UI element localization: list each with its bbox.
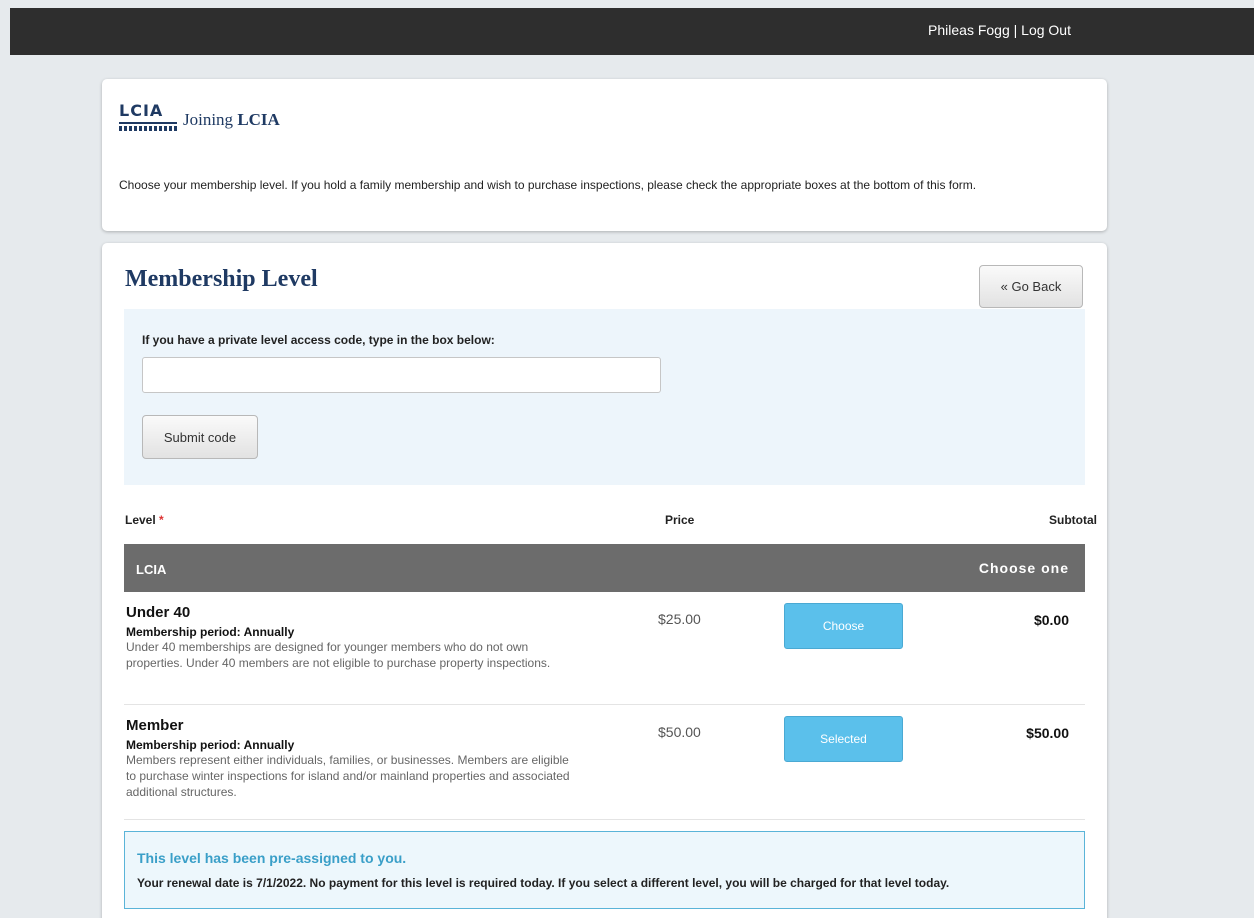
level-group-name: LCIA: [136, 562, 167, 577]
required-asterisk: *: [155, 513, 164, 527]
level-price: $50.00: [658, 724, 701, 740]
level-group-header: LCIA Choose one: [124, 544, 1085, 592]
price-column-header: Price: [665, 513, 695, 527]
membership-level-card: Membership Level « Go Back If you have a…: [102, 243, 1107, 918]
notice-body: Your renewal date is 7/1/2022. No paymen…: [137, 876, 950, 890]
level-period: Membership period: Annually: [126, 738, 295, 752]
level-description: Under 40 memberships are designed for yo…: [126, 640, 551, 670]
go-back-button[interactable]: « Go Back: [979, 265, 1083, 308]
pre-assigned-notice: This level has been pre-assigned to you.…: [124, 831, 1085, 909]
level-column-header: Level *: [125, 513, 164, 527]
level-row-member: Member Membership period: Annually Membe…: [124, 705, 1085, 820]
logout-link[interactable]: Log Out: [1021, 22, 1071, 38]
level-period: Membership period: Annually: [126, 625, 295, 639]
access-code-label: If you have a private level access code,…: [142, 333, 495, 347]
membership-level-title: Membership Level: [125, 266, 318, 292]
logo-letters: LCIA: [119, 101, 164, 120]
page-title-org: LCIA: [237, 110, 280, 129]
intro-instructions: Choose your membership level. If you hol…: [119, 178, 977, 192]
joining-intro-card: LCIA Joining LCIA Choose your membership…: [102, 79, 1107, 231]
page-title: Joining LCIA: [183, 110, 280, 130]
level-price: $25.00: [658, 611, 701, 627]
submit-code-button[interactable]: Submit code: [142, 415, 258, 459]
top-navigation-bar: Phileas Fogg | Log Out: [10, 8, 1254, 55]
subtotal-column-header: Subtotal: [1049, 513, 1097, 527]
member-selected-button[interactable]: Selected: [784, 716, 903, 762]
notice-title: This level has been pre-assigned to you.: [137, 850, 407, 866]
access-code-input[interactable]: [142, 357, 661, 393]
logo-underline: [119, 122, 177, 124]
level-subtotal: $0.00: [1033, 612, 1069, 628]
brand-header: LCIA Joining LCIA: [119, 101, 280, 141]
level-row-under-40: Under 40 Membership period: Annually Und…: [124, 592, 1085, 705]
user-name-link[interactable]: Phileas Fogg: [928, 22, 1010, 38]
lcia-logo: LCIA: [119, 101, 179, 141]
user-links: Phileas Fogg | Log Out: [928, 22, 1071, 38]
level-name: Under 40: [126, 604, 191, 621]
access-code-panel: If you have a private level access code,…: [124, 309, 1085, 485]
level-column-label: Level: [125, 513, 156, 527]
logo-tagline-mark: [119, 126, 177, 131]
level-group-rule: Choose one: [978, 560, 1069, 576]
level-subtotal: $50.00: [1026, 725, 1069, 741]
user-links-separator: |: [1009, 22, 1022, 38]
level-description: Members represent either individuals, fa…: [126, 753, 570, 799]
choose-under-40-button[interactable]: Choose: [784, 603, 903, 649]
page-title-prefix: Joining: [183, 110, 238, 129]
level-name: Member: [126, 717, 184, 734]
